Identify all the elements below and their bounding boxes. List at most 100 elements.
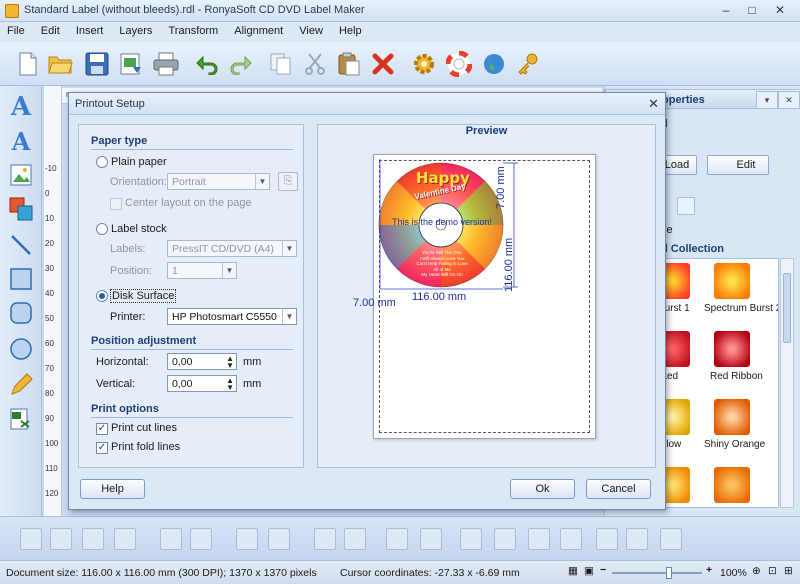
spin-down-icon[interactable]: ▼ <box>226 384 234 392</box>
export-icon[interactable] <box>117 50 145 78</box>
zoom-in-icon[interactable]: + <box>706 564 712 576</box>
zoom-page-icon[interactable]: ⊞ <box>784 565 793 577</box>
collection-scrollbar[interactable] <box>780 258 794 508</box>
settings-icon[interactable] <box>410 50 438 78</box>
help-button[interactable]: Help <box>80 479 145 499</box>
alignment-tool-icon[interactable] <box>268 528 290 550</box>
vertical-input[interactable]: 0,00 ▲ ▼ <box>167 375 237 392</box>
alignment-tool-icon[interactable] <box>114 528 136 550</box>
disc-song-list: You're Still The One I Will Always Love … <box>416 250 468 278</box>
view-icon[interactable]: ▦ <box>568 565 578 577</box>
cancel-button[interactable]: Cancel <box>586 479 651 499</box>
scrollbar-thumb[interactable] <box>783 273 791 343</box>
help-icon[interactable] <box>445 50 473 78</box>
dialog-close-button[interactable]: ✕ <box>648 96 659 112</box>
edit-button[interactable]: Edit <box>707 155 769 175</box>
menu-file[interactable]: File <box>0 22 31 37</box>
zoom-100-icon[interactable]: ⊡ <box>768 565 777 577</box>
fit-page-icon[interactable]: ▣ <box>584 565 594 577</box>
open-icon[interactable] <box>47 50 75 78</box>
close-window-button[interactable]: ✕ <box>768 2 792 19</box>
spin-down-icon[interactable]: ▼ <box>226 362 234 370</box>
menu-view[interactable]: View <box>292 22 329 37</box>
print-cut-lines-label[interactable]: Print cut lines <box>111 422 177 434</box>
zoom-fit-icon[interactable]: ⊕ <box>752 565 761 577</box>
horizontal-input[interactable]: 0,00 ▲ ▼ <box>167 353 237 370</box>
collection-thumbnail[interactable] <box>714 331 750 367</box>
alignment-tool-icon[interactable] <box>344 528 366 550</box>
collection-thumbnail[interactable] <box>714 467 750 503</box>
delete-icon[interactable] <box>369 50 397 78</box>
collection-thumbnail[interactable] <box>714 399 750 435</box>
labels-select[interactable]: PressIT CD/DVD (A4) ▼ <box>167 240 297 257</box>
alignment-tool-icon[interactable] <box>160 528 182 550</box>
zoom-out-icon[interactable]: − <box>600 564 606 576</box>
label-stock-label[interactable]: Label stock <box>111 223 167 235</box>
plain-paper-radio[interactable] <box>96 156 108 168</box>
text-tool-icon[interactable]: A <box>8 92 34 122</box>
ok-button[interactable]: Ok <box>510 479 575 499</box>
key-icon[interactable] <box>514 50 542 78</box>
alignment-tool-icon[interactable] <box>82 528 104 550</box>
disk-surface-label[interactable]: Disk Surface <box>110 289 177 303</box>
zoom-slider[interactable] <box>612 567 702 579</box>
new-icon[interactable] <box>14 50 42 78</box>
center-layout-checkbox[interactable] <box>110 198 122 210</box>
color-swatch[interactable] <box>677 197 695 215</box>
menu-edit[interactable]: Edit <box>34 22 66 37</box>
image-tool-icon[interactable] <box>8 162 34 188</box>
alignment-tool-icon[interactable] <box>386 528 408 550</box>
maximize-button[interactable]: □ <box>740 2 764 19</box>
position-select[interactable]: 1 ▼ <box>167 262 237 279</box>
alignment-tool-icon[interactable] <box>190 528 212 550</box>
web-icon[interactable] <box>480 50 508 78</box>
panel-close-button[interactable]: ✕ <box>778 91 800 109</box>
menu-insert[interactable]: Insert <box>69 22 110 37</box>
playlist-tool-icon[interactable] <box>8 406 34 432</box>
save-icon[interactable] <box>83 50 111 78</box>
copy-icon[interactable] <box>267 50 295 78</box>
alignment-tool-icon[interactable] <box>626 528 648 550</box>
alignment-tool-icon[interactable] <box>560 528 582 550</box>
alignment-tool-icon[interactable] <box>314 528 336 550</box>
alignment-tool-icon[interactable] <box>596 528 618 550</box>
line-tool-icon[interactable] <box>8 232 34 258</box>
cut-icon[interactable] <box>301 50 329 78</box>
menu-help[interactable]: Help <box>332 22 368 37</box>
paste-icon[interactable] <box>335 50 363 78</box>
ellipse-tool-icon[interactable] <box>8 336 34 362</box>
printer-select[interactable]: HP Photosmart C5550 ▼ <box>167 308 297 325</box>
menu-transform[interactable]: Transform <box>162 22 225 37</box>
collection-item-label: llow <box>664 439 682 450</box>
alignment-tool-icon[interactable] <box>460 528 482 550</box>
rounded-rect-tool-icon[interactable] <box>8 300 34 326</box>
print-cut-lines-checkbox[interactable]: ✓ <box>96 423 108 435</box>
orientation-select[interactable]: Portrait ▼ <box>167 173 270 190</box>
rectangle-tool-icon[interactable] <box>8 266 34 292</box>
alignment-tool-icon[interactable] <box>660 528 682 550</box>
zoom-slider-thumb[interactable] <box>666 567 672 579</box>
minimize-button[interactable]: – <box>714 2 738 19</box>
background-tool-icon[interactable] <box>8 196 34 222</box>
curved-text-tool-icon[interactable]: A <box>8 127 34 156</box>
alignment-tool-icon[interactable] <box>528 528 550 550</box>
plain-paper-label[interactable]: Plain paper <box>111 156 167 168</box>
menu-alignment[interactable]: Alignment <box>227 22 289 37</box>
redo-icon[interactable] <box>227 50 255 78</box>
pencil-tool-icon[interactable] <box>8 372 34 398</box>
page-settings-button[interactable]: ⎘ <box>278 172 298 191</box>
print-fold-lines-label[interactable]: Print fold lines <box>111 441 180 453</box>
disk-surface-radio[interactable] <box>96 290 108 302</box>
panel-dropdown-button[interactable]: ▾ <box>756 91 778 109</box>
alignment-tool-icon[interactable] <box>20 528 42 550</box>
alignment-tool-icon[interactable] <box>420 528 442 550</box>
print-icon[interactable] <box>152 50 180 78</box>
menu-layers[interactable]: Layers <box>112 22 158 37</box>
alignment-tool-icon[interactable] <box>50 528 72 550</box>
print-fold-lines-checkbox[interactable]: ✓ <box>96 442 108 454</box>
alignment-tool-icon[interactable] <box>494 528 516 550</box>
undo-icon[interactable] <box>193 50 221 78</box>
alignment-tool-icon[interactable] <box>236 528 258 550</box>
label-stock-radio[interactable] <box>96 223 108 235</box>
collection-thumbnail[interactable] <box>714 263 750 299</box>
